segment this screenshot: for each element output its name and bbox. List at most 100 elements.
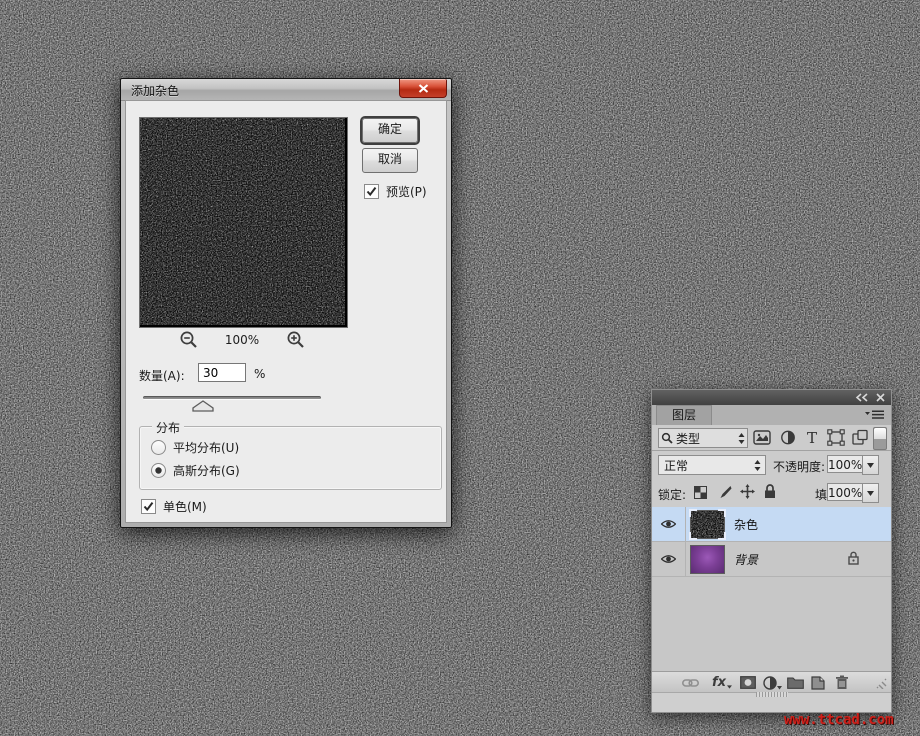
lock-all-icon[interactable] [764,484,776,499]
search-icon [661,432,673,444]
trash-icon [835,675,849,690]
amount-label: 数量(A): [139,367,185,384]
fill-value[interactable]: 100% [827,483,863,501]
filter-smart-objects-icon[interactable] [851,429,869,446]
panel-drag-handle[interactable] [756,692,788,697]
radio-uniform-icon [151,440,166,455]
radio-uniform-distribution[interactable]: 平均分布(U) [151,439,239,456]
cancel-button[interactable]: 取消 [362,148,418,173]
selection-corner [689,509,697,517]
panel-menu-icon[interactable] [865,410,884,420]
noise-preview[interactable] [139,117,348,328]
svg-text:T: T [807,429,817,446]
amount-slider-track[interactable] [143,396,321,400]
blend-mode-value: 正常 [659,457,754,474]
opacity-label: 不透明度: [773,458,825,475]
zoom-out-button[interactable] [179,330,199,350]
watermark-text: www.ttcad.com [784,712,916,728]
new-adjustment-layer-button[interactable] [762,674,782,691]
adjustment-layer-icon [763,676,782,690]
spinner-arrows-icon [754,460,761,471]
layer-row-background[interactable]: 背景 [652,541,891,577]
filter-pixel-layers-icon[interactable] [753,429,771,446]
noise-preview-image [140,118,345,325]
close-icon [418,84,429,93]
layer-name[interactable]: 背景 [734,551,758,568]
visibility-toggle[interactable] [652,507,686,541]
zoom-level: 100% [212,333,272,347]
ok-button[interactable]: 确定 [362,118,418,143]
layer-name[interactable]: 杂色 [734,516,758,533]
fx-icon: fx [712,675,726,690]
selection-corner [718,532,726,540]
chevron-down-icon [867,491,874,496]
chevron-down-icon [727,685,732,689]
monochromatic-label: 单色(M) [163,498,207,515]
monochromatic-checkbox[interactable]: 单色(M) [141,498,207,515]
new-layer-button[interactable] [808,674,828,691]
fill-dropdown-button[interactable] [862,483,879,503]
zoom-in-icon [286,330,306,350]
filter-adjustment-layers-icon[interactable] [779,429,797,446]
blend-mode-select[interactable]: 正常 [658,455,766,475]
lock-position-move-icon[interactable] [740,484,755,499]
lock-transparency-icon[interactable] [694,486,707,499]
filter-toggle-knob [874,428,886,439]
link-layers-button[interactable] [680,674,700,691]
slider-thumb-icon [192,400,214,412]
preview-check-icon [364,184,379,199]
eye-icon [661,519,676,529]
collapse-panel-icon[interactable] [855,393,869,402]
radio-gaussian-distribution[interactable]: 高斯分布(G) [151,462,240,479]
panel-resize-grip[interactable] [876,678,887,689]
zoom-out-icon [179,330,199,350]
close-button[interactable] [399,79,447,98]
panel-topbar [652,390,891,405]
opacity-dropdown-button[interactable] [862,455,879,475]
amount-slider-thumb[interactable] [192,400,214,412]
close-panel-icon[interactable] [876,393,885,402]
layer-thumbnail-background[interactable] [690,545,725,574]
zoom-in-button[interactable] [286,330,306,350]
filter-on-off-toggle[interactable] [873,427,887,450]
layer-thumbnail-noise[interactable] [690,510,725,539]
lock-row: 锁定: 填充: 100% [652,479,891,508]
dialog-title: 添加杂色 [131,82,179,99]
opacity-value[interactable]: 100% [827,455,863,473]
dialog-body: 100% 数量(A): % 分布 平均分布(U) [125,100,447,523]
filter-type-label: 类型 [676,430,735,447]
distribution-group-label: 分布 [152,419,184,436]
amount-input[interactable] [198,363,246,382]
radio-gaussian-icon [151,463,166,478]
tab-layers[interactable]: 图层 [656,405,712,425]
add-noise-dialog: 添加杂色 100% [120,78,452,528]
layer-style-button[interactable]: fx [712,674,732,691]
add-layer-mask-button[interactable] [738,674,758,691]
blend-mode-row: 正常 不透明度: 100% [652,451,891,480]
new-group-button[interactable] [785,674,805,691]
layer-mask-icon [740,676,756,689]
distribution-group: 分布 平均分布(U) 高斯分布(G) [139,426,442,490]
filter-shape-layers-icon[interactable] [827,429,845,446]
layer-list: 杂色 背景 [652,507,891,671]
background-lock-icon [848,551,859,565]
layer-filter-row: 类型 T [652,425,891,451]
panel-footer: fx [652,671,891,693]
new-layer-icon [811,676,825,690]
eye-icon [661,554,676,564]
lock-pixels-brush-icon[interactable] [717,485,732,500]
preview-checkbox[interactable]: 预览(P) [364,183,427,200]
dialog-titlebar[interactable]: 添加杂色 [121,79,451,101]
layer-row-noise[interactable]: 杂色 [652,507,891,542]
folder-icon [787,676,804,689]
visibility-toggle[interactable] [652,541,686,576]
filter-type-combo[interactable]: 类型 [658,428,748,448]
link-icon [682,678,699,688]
monochromatic-check-icon [141,499,156,514]
chevron-down-icon [867,463,874,468]
selection-corner [718,509,726,517]
delete-layer-button[interactable] [832,674,852,691]
filter-type-layers-icon[interactable]: T [803,429,821,446]
layers-panel: 图层 类型 T [651,389,892,713]
spinner-arrows-icon [738,433,745,444]
